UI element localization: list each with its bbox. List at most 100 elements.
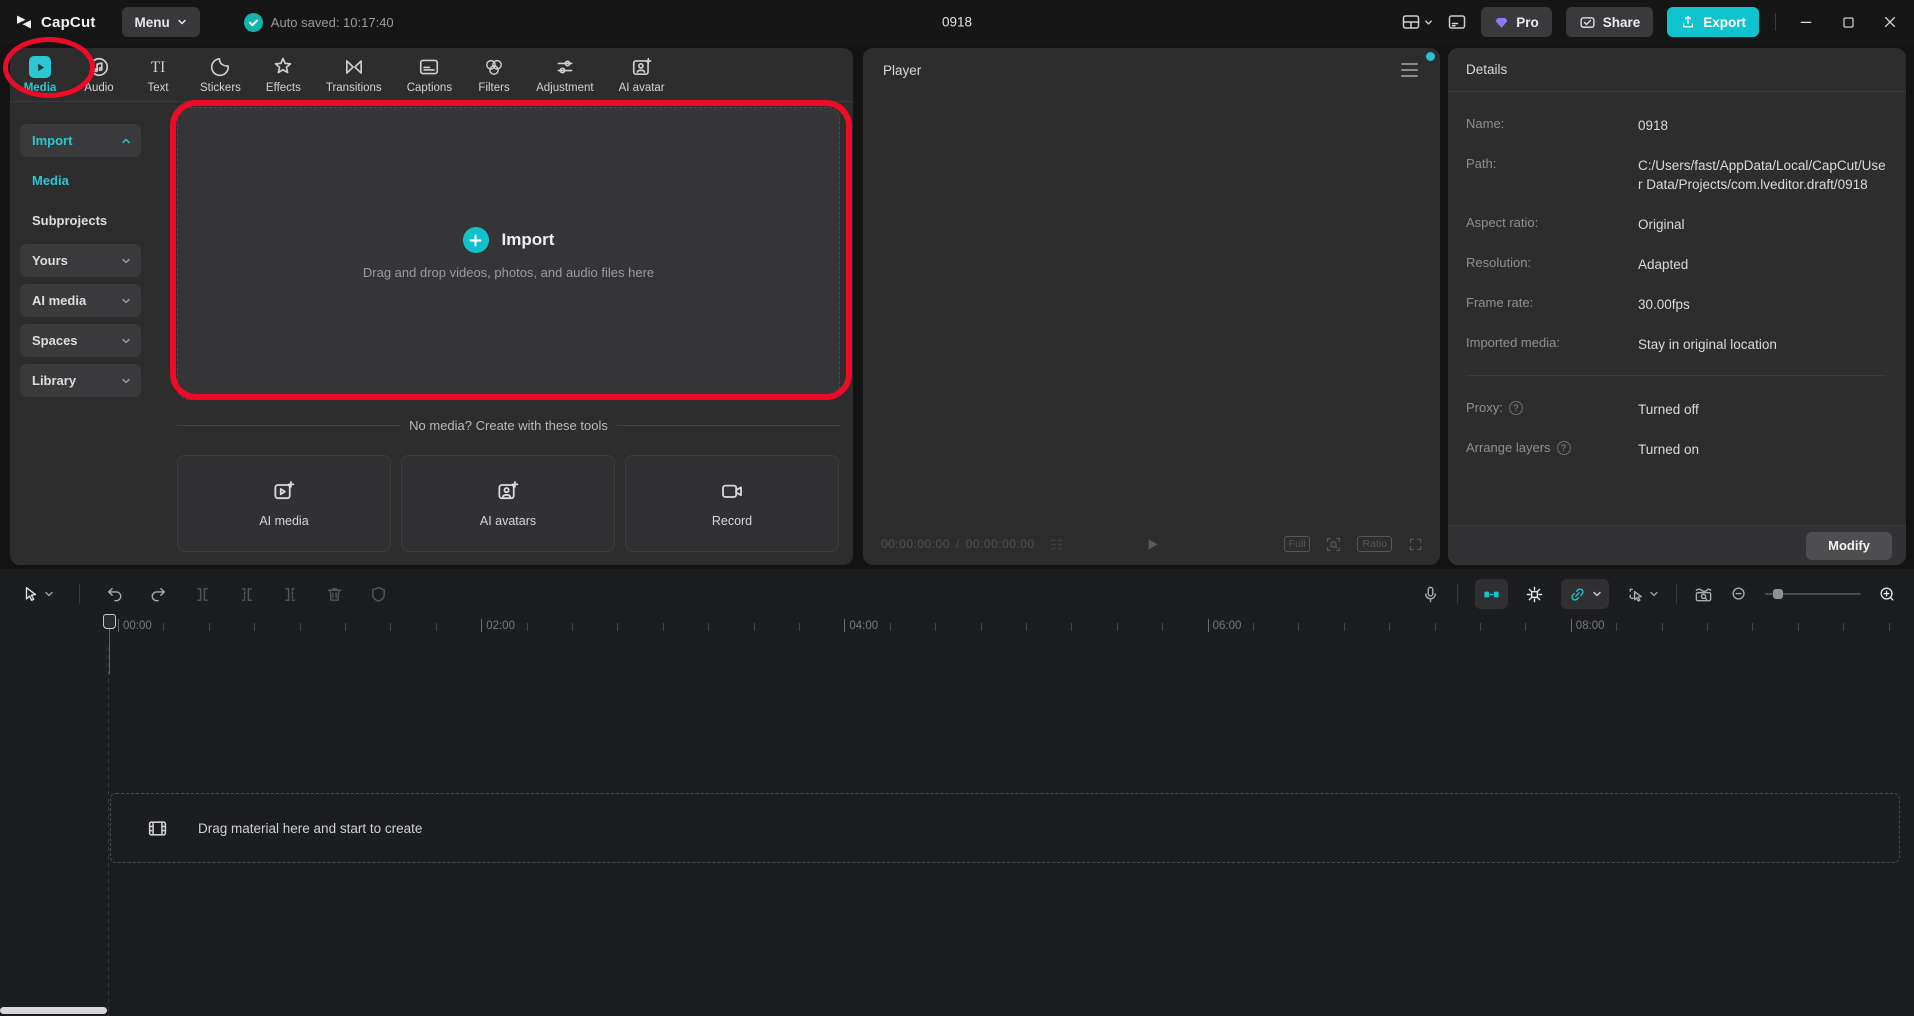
tab-captions[interactable]: Captions xyxy=(407,56,452,94)
link-toggle[interactable] xyxy=(1561,579,1609,609)
captions-icon xyxy=(418,56,440,78)
details-rows: Name: 0918 Path: C:/Users/fast/AppData/L… xyxy=(1448,92,1906,459)
import-title: Import xyxy=(502,230,555,250)
modify-button[interactable]: Modify xyxy=(1806,532,1892,560)
chevron-down-icon xyxy=(121,336,131,346)
share-icon xyxy=(1579,14,1596,31)
sidebar-item-ai-media[interactable]: AI media xyxy=(20,284,141,317)
frame-view-icon xyxy=(1049,538,1064,551)
split-button[interactable] xyxy=(193,585,212,604)
track-start-boundary xyxy=(108,647,109,1016)
help-icon[interactable]: ? xyxy=(1557,441,1571,455)
text-icon: TI xyxy=(147,56,169,78)
tab-effects[interactable]: Effects xyxy=(266,56,301,94)
player-menu-icon[interactable] xyxy=(1401,63,1418,77)
playhead[interactable] xyxy=(103,614,116,629)
expand-fullscreen-icon[interactable] xyxy=(1407,536,1424,553)
transitions-icon xyxy=(343,56,365,78)
sidebar-item-subprojects[interactable]: Subprojects xyxy=(20,204,141,237)
svg-text:TI: TI xyxy=(151,59,166,76)
player-notification-dot xyxy=(1426,52,1435,61)
sidebar-item-spaces[interactable]: Spaces xyxy=(20,324,141,357)
audio-icon xyxy=(88,56,110,78)
tab-media[interactable]: Media xyxy=(23,56,57,94)
ai-avatars-card[interactable]: AI avatars xyxy=(401,455,615,552)
zoom-in-button[interactable] xyxy=(1878,585,1896,603)
voiceover-mic-button[interactable] xyxy=(1421,585,1440,604)
pro-gem-icon xyxy=(1494,15,1509,30)
full-screen-toggle[interactable]: Full xyxy=(1284,536,1311,552)
tab-text[interactable]: TI Text xyxy=(141,56,175,94)
detail-row-path: Path: C:/Users/fast/AppData/Local/CapCut… xyxy=(1466,156,1886,194)
horizontal-scrollbar[interactable] xyxy=(0,1007,107,1014)
snap-toggle[interactable] xyxy=(1475,579,1508,609)
tab-ai-avatar[interactable]: AI avatar xyxy=(619,56,665,94)
chevron-down-icon xyxy=(121,296,131,306)
sidebar-item-media[interactable]: Media xyxy=(20,164,141,197)
track-dropzone[interactable]: Drag material here and start to create xyxy=(110,793,1900,863)
import-dropzone[interactable]: Import Drag and drop videos, photos, and… xyxy=(177,107,840,400)
star-icon xyxy=(272,56,294,78)
tab-transitions[interactable]: Transitions xyxy=(326,56,382,94)
record-card[interactable]: Record xyxy=(625,455,839,552)
detail-row-aspect-ratio: Aspect ratio: Original xyxy=(1466,215,1886,234)
chevron-down-icon xyxy=(121,256,131,266)
zoom-out-button[interactable] xyxy=(1730,585,1748,603)
export-button[interactable]: Export xyxy=(1667,7,1759,37)
panel-layout-button[interactable] xyxy=(1447,12,1467,32)
app-name: CapCut xyxy=(41,14,96,31)
toolbar-divider xyxy=(1457,584,1458,604)
undo-button[interactable] xyxy=(105,585,124,604)
titlebar: CapCut Menu Auto saved: 10:17:40 0918 xyxy=(0,0,1914,44)
zoom-fit-icon[interactable] xyxy=(1325,536,1342,553)
redo-button[interactable] xyxy=(149,585,168,604)
import-subtitle: Drag and drop videos, photos, and audio … xyxy=(363,265,654,280)
preview-axis-button[interactable] xyxy=(1694,585,1713,604)
player-panel: Player 00:00:00:00 / 00:00:00:00 Full Ra… xyxy=(863,48,1440,565)
pro-button[interactable]: Pro xyxy=(1481,7,1552,37)
layout-preset-button[interactable] xyxy=(1401,12,1433,32)
toolbar-divider xyxy=(1676,584,1677,604)
ai-media-card[interactable]: AI media xyxy=(177,455,391,552)
capcut-logo-icon xyxy=(14,12,34,32)
slider-knob[interactable] xyxy=(1773,589,1783,599)
ai-avatar-icon xyxy=(631,56,653,78)
sticker-icon xyxy=(209,56,231,78)
track-select-mode-button[interactable] xyxy=(1626,585,1659,604)
delete-right-button[interactable] xyxy=(281,585,300,604)
detail-row-imported-media: Imported media: Stay in original locatio… xyxy=(1466,335,1886,354)
chevron-down-icon xyxy=(177,17,187,27)
timeline-ruler[interactable]: 00:0002:0004:0006:0008:00 xyxy=(0,616,1914,642)
sidebar-item-library[interactable]: Library xyxy=(20,364,141,397)
detail-row-proxy: Proxy:? Turned off xyxy=(1466,400,1886,419)
tab-audio[interactable]: Audio xyxy=(82,56,116,94)
ratio-toggle[interactable]: Ratio xyxy=(1357,536,1392,552)
tab-adjustment[interactable]: Adjustment xyxy=(536,56,594,94)
media-tabbar: Media Audio TI Text Stickers Effects Tra… xyxy=(10,48,853,102)
player-title: Player xyxy=(883,63,921,78)
film-icon xyxy=(147,818,168,839)
timeline-zoom-slider[interactable] xyxy=(1765,587,1861,601)
auto-cut-button[interactable] xyxy=(1525,585,1544,604)
play-button[interactable] xyxy=(1143,536,1160,553)
help-icon[interactable]: ? xyxy=(1509,401,1523,415)
autosave-text: Auto saved: 10:17:40 xyxy=(271,15,394,30)
select-tool-button[interactable] xyxy=(22,585,54,603)
tab-stickers[interactable]: Stickers xyxy=(200,56,241,94)
minimize-button[interactable] xyxy=(1792,8,1820,36)
details-title: Details xyxy=(1466,62,1507,77)
mask-button[interactable] xyxy=(369,585,388,604)
close-button[interactable] xyxy=(1876,8,1904,36)
sidebar-item-import[interactable]: Import xyxy=(20,124,141,157)
detail-row-arrange-layers: Arrange layers? Turned on xyxy=(1466,440,1886,459)
chevron-down-icon xyxy=(44,589,54,599)
tab-filters[interactable]: Filters xyxy=(477,56,511,94)
delete-button[interactable] xyxy=(325,585,344,604)
delete-left-button[interactable] xyxy=(237,585,256,604)
menu-button[interactable]: Menu xyxy=(122,7,200,37)
maximize-button[interactable] xyxy=(1834,8,1862,36)
sidebar-item-yours[interactable]: Yours xyxy=(20,244,141,277)
adjustment-icon xyxy=(554,56,576,78)
chevron-down-icon xyxy=(121,376,131,386)
share-button[interactable]: Share xyxy=(1566,7,1654,37)
